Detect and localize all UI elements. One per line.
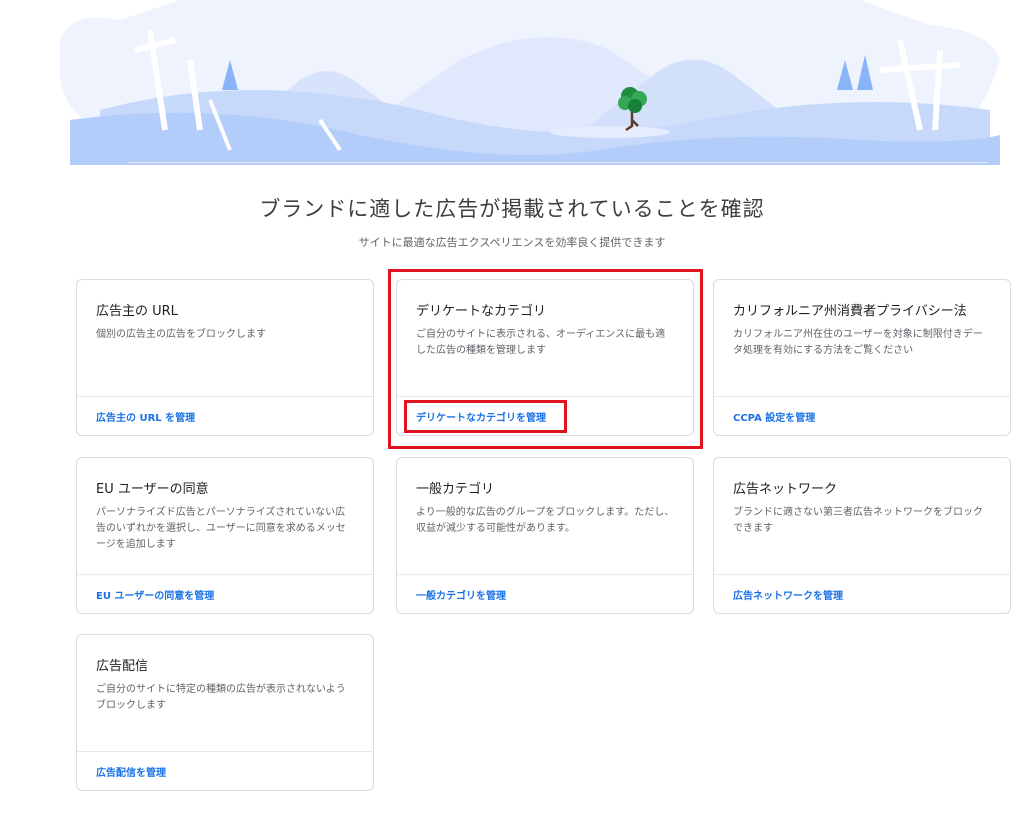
card-description: より一般的な広告のグループをブロックします。ただし、収益が減少する可能性がありま… [416, 507, 675, 534]
hero-divider [128, 162, 988, 163]
card-title: EU ユーザーの同意 [96, 482, 209, 497]
manage-general-categories-link[interactable]: 一般カテゴリを管理 [416, 587, 506, 602]
card-advertiser-urls: 広告主の URL 個別の広告主の広告をブロックします 広告主の URL を管理 [76, 279, 374, 436]
card-sensitive-categories: デリケートなカテゴリ ご自分のサイトに表示される、オーディエンスに最も適した広告… [396, 279, 694, 436]
card-description: ブランドに適さない第三者広告ネットワークをブロックできます [733, 507, 983, 534]
card-title: 広告主の URL [96, 304, 178, 319]
card-description: ご自分のサイトに特定の種類の広告が表示されないようブロックします [96, 684, 346, 711]
card-eu-consent: EU ユーザーの同意 パーソナライズド広告とパーソナライズされていない広告のいず… [76, 457, 374, 614]
brand-safety-page: ブランドに適した広告が掲載されていることを確認 サイトに最適な広告エクスペリエン… [0, 0, 1024, 836]
manage-advertiser-urls-link[interactable]: 広告主の URL を管理 [96, 409, 195, 424]
card-footer: 広告ネットワークを管理 [714, 574, 1010, 613]
card-general-categories: 一般カテゴリ より一般的な広告のグループをブロックします。ただし、収益が減少する… [396, 457, 694, 614]
manage-sensitive-categories-link[interactable]: デリケートなカテゴリを管理 [416, 409, 546, 424]
card-title: 広告ネットワーク [733, 482, 838, 497]
card-ad-networks: 広告ネットワーク ブランドに適さない第三者広告ネットワークをブロックできます 広… [713, 457, 1011, 614]
tree-icon [618, 87, 647, 132]
card-title: カリフォルニア州消費者プライバシー法 [733, 304, 967, 319]
page-subtitle: サイトに最適な広告エクスペリエンスを効率良く提供できます [358, 236, 666, 249]
manage-ad-serving-link[interactable]: 広告配信を管理 [96, 764, 166, 779]
card-footer: デリケートなカテゴリを管理 [397, 396, 693, 435]
card-footer: 広告配信を管理 [77, 751, 373, 790]
card-description: ご自分のサイトに表示される、オーディエンスに最も適した広告の種類を管理します [416, 329, 666, 356]
card-footer: 広告主の URL を管理 [77, 396, 373, 435]
card-title: 広告配信 [96, 659, 149, 674]
card-footer: CCPA 設定を管理 [714, 396, 1010, 435]
manage-ad-networks-link[interactable]: 広告ネットワークを管理 [733, 587, 843, 602]
card-description: 個別の広告主の広告をブロックします [96, 329, 266, 340]
card-ad-serving: 広告配信 ご自分のサイトに特定の種類の広告が表示されないようブロックします 広告… [76, 634, 374, 791]
page-title: ブランドに適した広告が掲載されていることを確認 [259, 197, 765, 221]
card-ccpa: カリフォルニア州消費者プライバシー法 カリフォルニア州在住のユーザーを対象に制限… [713, 279, 1011, 436]
landscape-illustration [60, 0, 1000, 165]
card-title: 一般カテゴリ [416, 482, 495, 497]
card-description: パーソナライズド広告とパーソナライズされていない広告のいずれかを選択し、ユーザー… [96, 507, 346, 550]
manage-eu-consent-link[interactable]: EU ユーザーの同意を管理 [96, 587, 214, 602]
card-footer: EU ユーザーの同意を管理 [77, 574, 373, 613]
manage-ccpa-link[interactable]: CCPA 設定を管理 [733, 409, 815, 424]
card-description: カリフォルニア州在住のユーザーを対象に制限付きデータ処理を有効にする方法をご覧く… [733, 329, 983, 356]
card-title: デリケートなカテゴリ [416, 304, 547, 319]
card-footer: 一般カテゴリを管理 [397, 574, 693, 613]
